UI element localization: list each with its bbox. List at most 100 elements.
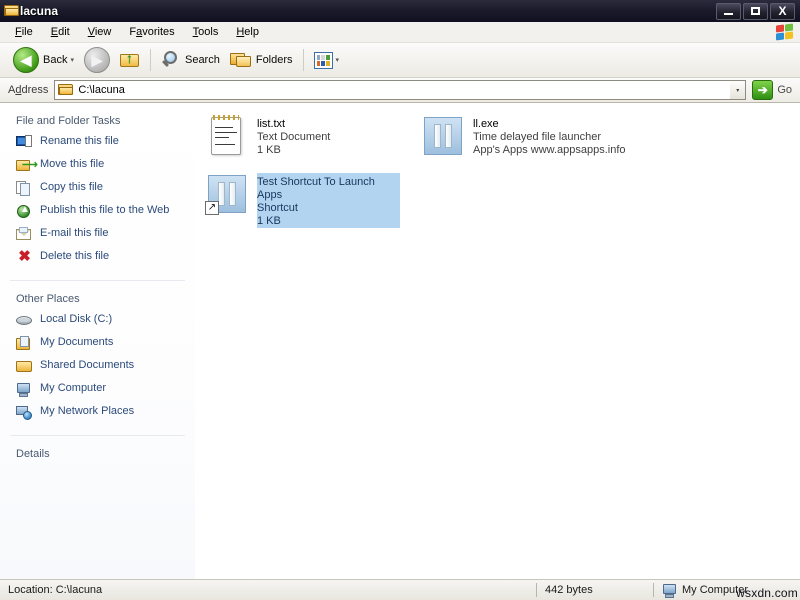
menu-label-edit: dit	[58, 26, 70, 38]
back-label: Back	[43, 54, 68, 66]
close-icon: X	[778, 4, 787, 18]
shortcut-overlay-icon: ↗	[205, 201, 219, 215]
task-label: Publish this file to the Web	[40, 204, 170, 216]
file-item-list-txt[interactable]: list.txt Text Document 1 KB	[205, 115, 405, 159]
address-input[interactable]: C:\lacuna	[54, 80, 731, 100]
file-type: Shortcut	[257, 202, 298, 214]
task-copy-this-file[interactable]: Copy this file	[16, 181, 185, 197]
menu-label-favorites: vorites	[142, 26, 175, 38]
go-button[interactable]: ➔ Go	[746, 80, 800, 100]
close-button[interactable]: X	[770, 2, 795, 20]
status-location: Location: C:\lacuna	[8, 584, 103, 596]
status-bar: Location: C:\lacuna 442 bytes My Compute…	[0, 579, 800, 600]
rename-icon	[16, 135, 33, 151]
copy-icon	[16, 181, 33, 197]
up-folder-icon: ↑	[119, 51, 140, 69]
application-icon: ↗	[205, 173, 249, 217]
text-document-icon	[205, 115, 249, 159]
folders-button[interactable]: Folders	[225, 49, 298, 71]
place-label: My Network Places	[40, 405, 135, 417]
my-computer-icon	[662, 583, 677, 598]
task-email-this-file[interactable]: E-mail this file	[16, 227, 185, 243]
forward-button[interactable]: ▶	[79, 45, 115, 75]
file-row-2: ↗ Test Shortcut To Launch Apps Shortcut …	[205, 173, 800, 234]
folders-label: Folders	[255, 54, 293, 66]
back-button[interactable]: ◀ Back ▾	[8, 45, 79, 75]
task-publish-this-file-to-the-web[interactable]: ▲ Publish this file to the Web	[16, 204, 185, 220]
panel-title-other-places: Other Places	[16, 293, 80, 305]
go-label: Go	[777, 84, 792, 96]
place-my-computer[interactable]: My Computer	[16, 382, 185, 398]
folder-icon	[4, 4, 20, 18]
file-name: Test Shortcut To Launch Apps	[257, 176, 375, 201]
panel-title-file-tasks: File and Folder Tasks	[16, 115, 121, 127]
menu-item-tools[interactable]: Tools	[184, 24, 228, 40]
panel-details[interactable]: Details	[10, 446, 185, 462]
back-dropdown-chevron-icon[interactable]: ▾	[70, 56, 74, 64]
folders-icon	[229, 51, 252, 69]
task-label: E-mail this file	[40, 227, 109, 239]
file-type: Text Document	[257, 131, 331, 143]
publish-web-icon: ▲	[16, 204, 33, 220]
email-icon	[16, 227, 33, 243]
watermark: wsxdn.com	[736, 586, 798, 600]
up-button[interactable]: ↑	[115, 49, 145, 71]
panel-divider	[10, 280, 185, 281]
address-value: C:\lacuna	[78, 84, 125, 96]
place-my-network-places[interactable]: My Network Places	[16, 405, 185, 421]
menu-label-file: ile	[21, 26, 33, 38]
menu-item-file[interactable]: File	[6, 24, 42, 40]
window-controls: X	[716, 2, 798, 20]
menu-item-view[interactable]: View	[79, 24, 121, 40]
toolbar: ◀ Back ▾ ▶ ↑ Search Folders ▾	[0, 43, 800, 78]
search-label: Search	[184, 54, 220, 66]
panel-other-places: Other Places Local Disk (C:) My Document…	[10, 291, 185, 421]
window-title: lacuna	[20, 4, 59, 18]
menu-item-help[interactable]: Help	[227, 24, 268, 40]
task-pane: File and Folder Tasks Rename this file ⟶…	[0, 103, 195, 579]
address-dropdown-button[interactable]: ▾	[730, 80, 747, 100]
back-arrow-icon: ◀	[13, 47, 39, 73]
chevron-down-icon: ▾	[736, 87, 740, 94]
place-label: My Computer	[40, 382, 107, 394]
menu-bar: File Edit View Favorites Tools Help	[0, 22, 800, 43]
task-delete-this-file[interactable]: ✖ Delete this file	[16, 248, 185, 266]
explorer-body: File and Folder Tasks Rename this file ⟶…	[0, 103, 800, 579]
task-rename-this-file[interactable]: Rename this file	[16, 135, 185, 151]
file-row-1: list.txt Text Document 1 KB ll.exe Time …	[205, 115, 800, 165]
menu-item-edit[interactable]: Edit	[42, 24, 79, 40]
shared-documents-icon	[16, 359, 33, 375]
task-label: Rename this file	[40, 135, 119, 147]
explorer-window: lacuna X File Edit View Favorites Tools …	[0, 0, 800, 600]
go-arrow-icon: ➔	[752, 80, 774, 100]
place-label: Shared Documents	[40, 359, 135, 371]
file-name: list.txt	[257, 118, 286, 130]
search-icon	[161, 51, 181, 69]
my-documents-icon	[16, 336, 33, 352]
task-move-this-file[interactable]: ⟶ Move this file	[16, 158, 185, 174]
title-bar[interactable]: lacuna X	[0, 0, 800, 22]
place-local-disk-c[interactable]: Local Disk (C:)	[16, 313, 185, 329]
maximize-button[interactable]	[743, 2, 768, 20]
file-publisher: App's Apps www.appsapps.info	[473, 144, 626, 156]
views-button[interactable]: ▾	[309, 50, 345, 71]
file-name: ll.exe	[473, 118, 499, 130]
file-item-test-shortcut-to-launch-apps[interactable]: ↗ Test Shortcut To Launch Apps Shortcut …	[205, 173, 405, 228]
address-bar: Address C:\lacuna ▾ ➔ Go	[0, 78, 800, 103]
file-list[interactable]: list.txt Text Document 1 KB ll.exe Time …	[195, 103, 800, 579]
views-dropdown-chevron-icon[interactable]: ▾	[336, 56, 340, 64]
search-button[interactable]: Search	[156, 49, 225, 71]
delete-icon: ✖	[18, 248, 31, 265]
place-label: Local Disk (C:)	[40, 313, 113, 325]
toolbar-separator-2	[302, 49, 304, 71]
file-description: Time delayed file launcher	[473, 131, 601, 143]
menu-item-favorites[interactable]: Favorites	[120, 24, 183, 40]
place-shared-documents[interactable]: Shared Documents	[16, 359, 185, 375]
place-my-documents[interactable]: My Documents	[16, 336, 185, 352]
toolbar-separator	[149, 49, 151, 71]
forward-arrow-icon: ▶	[83, 47, 110, 73]
address-folder-icon	[58, 83, 74, 97]
menu-label-help: elp	[244, 26, 259, 38]
minimize-button[interactable]	[716, 2, 741, 20]
file-item-ll-exe[interactable]: ll.exe Time delayed file launcher App's …	[421, 115, 671, 159]
